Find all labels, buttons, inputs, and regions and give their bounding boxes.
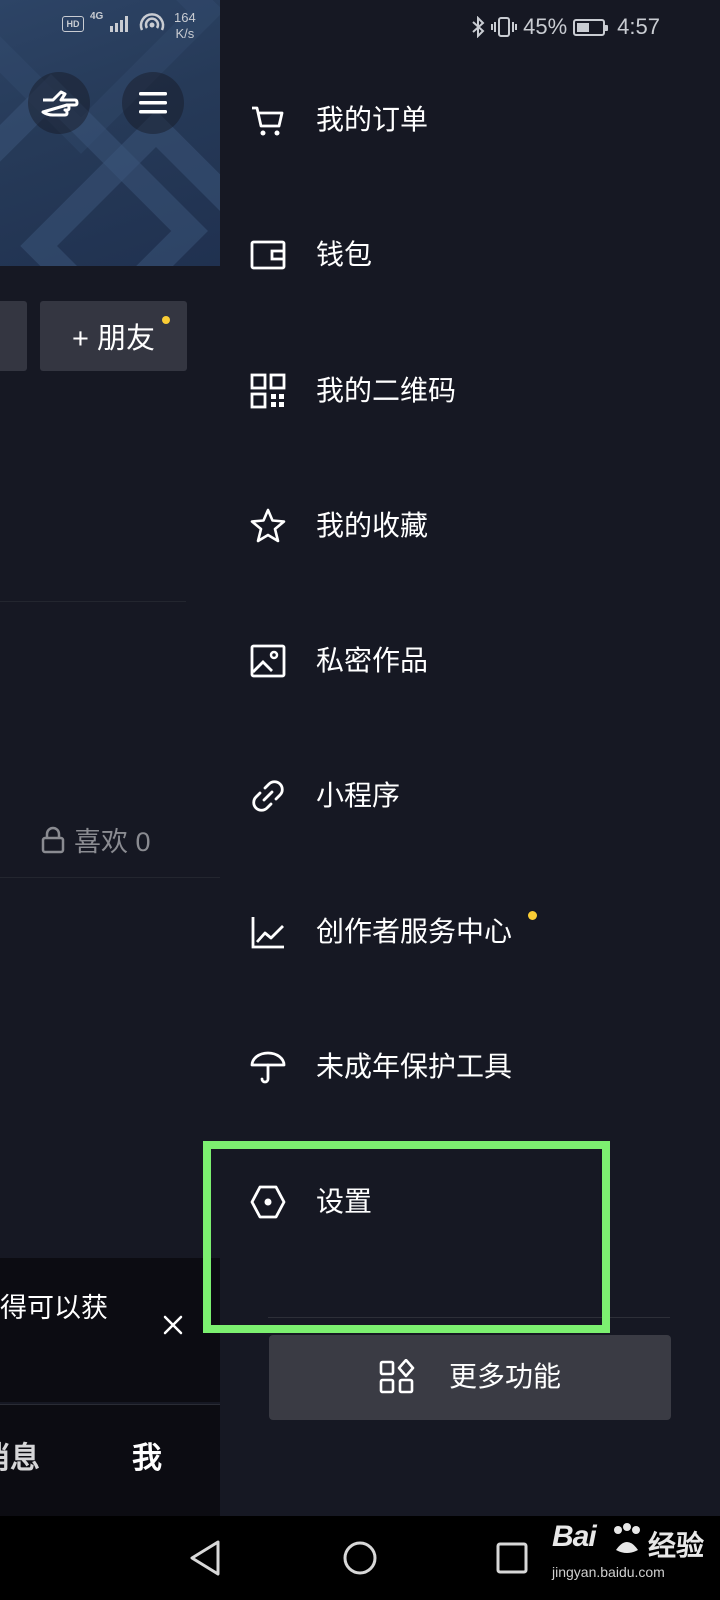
grid-icon	[379, 1359, 415, 1394]
home-icon[interactable]	[338, 1536, 382, 1580]
menu-item-qrcode[interactable]: 我的二维码	[220, 356, 720, 426]
notification-dot	[162, 316, 170, 324]
menu-label: 钱包	[316, 239, 373, 270]
image-icon	[250, 644, 286, 678]
menu-item-mini-programs[interactable]: 小程序	[220, 761, 720, 831]
highlight-box	[203, 1141, 610, 1333]
battery-icon	[573, 18, 609, 36]
menu-item-private-works[interactable]: 私密作品	[220, 626, 720, 696]
menu-label: 我的二维码	[316, 375, 457, 406]
bluetooth-icon	[472, 16, 485, 38]
divider	[0, 601, 186, 602]
menu-item-wallet[interactable]: 钱包	[220, 220, 720, 290]
profile-page: HD 4G 164 K/s + 朋友 喜欢 0 得可以获 息 我	[0, 0, 220, 1516]
tab-likes[interactable]: 喜欢 0	[40, 820, 151, 859]
menu-label: 我的收藏	[316, 510, 429, 541]
menu-item-creator-center[interactable]: 创作者服务中心	[220, 897, 720, 967]
lock-icon	[41, 826, 65, 853]
clock: 4:57	[617, 14, 660, 39]
menu-item-minor-protection[interactable]: 未成年保护工具	[220, 1032, 720, 1102]
add-friends-button[interactable]: + 朋友	[40, 301, 187, 371]
likes-tab-label: 喜欢 0	[74, 827, 151, 857]
watermark-url: jingyan.baidu.com	[552, 1564, 665, 1580]
network-speed: 164 K/s	[174, 10, 196, 41]
edit-profile-button[interactable]	[0, 301, 27, 371]
status-bar-left: HD 4G 164 K/s	[62, 8, 212, 50]
battery-percent: 45%	[523, 14, 568, 39]
network-type: 4G	[90, 11, 104, 22]
cart-icon	[252, 106, 284, 136]
notice-text: 得可以获	[0, 1293, 108, 1323]
hotspot-icon	[139, 13, 165, 31]
paw-icon	[614, 1523, 640, 1553]
menu-item-orders[interactable]: 我的订单	[220, 85, 720, 155]
back-icon[interactable]	[184, 1536, 228, 1580]
more-features-label: 更多功能	[449, 1361, 562, 1392]
nav-messages[interactable]: 消息	[0, 1433, 40, 1477]
vibrate-icon	[491, 17, 518, 37]
visitor-button[interactable]	[28, 72, 90, 134]
qrcode-icon	[250, 373, 286, 409]
notice-banner: 得可以获	[0, 1258, 220, 1402]
watermark-brand: Bai	[552, 1520, 597, 1553]
menu-label: 未成年保护工具	[316, 1051, 513, 1082]
hamburger-icon	[139, 92, 167, 114]
status-bar-right: 45% 4:57	[471, 12, 660, 42]
bottom-nav: 消息 我	[0, 1404, 220, 1516]
chart-icon	[251, 917, 284, 949]
more-features-button[interactable]: 更多功能	[269, 1335, 671, 1420]
umbrella-icon	[250, 1051, 286, 1084]
pointing-hand-icon	[41, 90, 79, 117]
watermark-suffix: 经验	[648, 1530, 705, 1561]
nav-me[interactable]: 我	[132, 1433, 162, 1477]
menu-label: 小程序	[316, 780, 401, 811]
divider	[0, 877, 220, 878]
wallet-icon	[250, 240, 286, 270]
menu-label: 私密作品	[316, 645, 429, 676]
baidu-watermark: Bai 经验 jingyan.baidu.com	[552, 1520, 712, 1590]
notification-dot	[528, 911, 537, 920]
add-friends-label: + 朋友	[72, 323, 155, 355]
star-icon	[250, 508, 286, 543]
recents-icon[interactable]	[490, 1536, 534, 1580]
menu-label: 我的订单	[316, 104, 429, 135]
signal-icon	[110, 16, 128, 32]
link-icon	[252, 780, 284, 812]
menu-item-favorites[interactable]: 我的收藏	[220, 491, 720, 561]
menu-button[interactable]	[122, 72, 184, 134]
close-icon[interactable]	[160, 1312, 186, 1338]
hd-icon: HD	[62, 16, 84, 32]
menu-label: 创作者服务中心	[316, 916, 513, 947]
